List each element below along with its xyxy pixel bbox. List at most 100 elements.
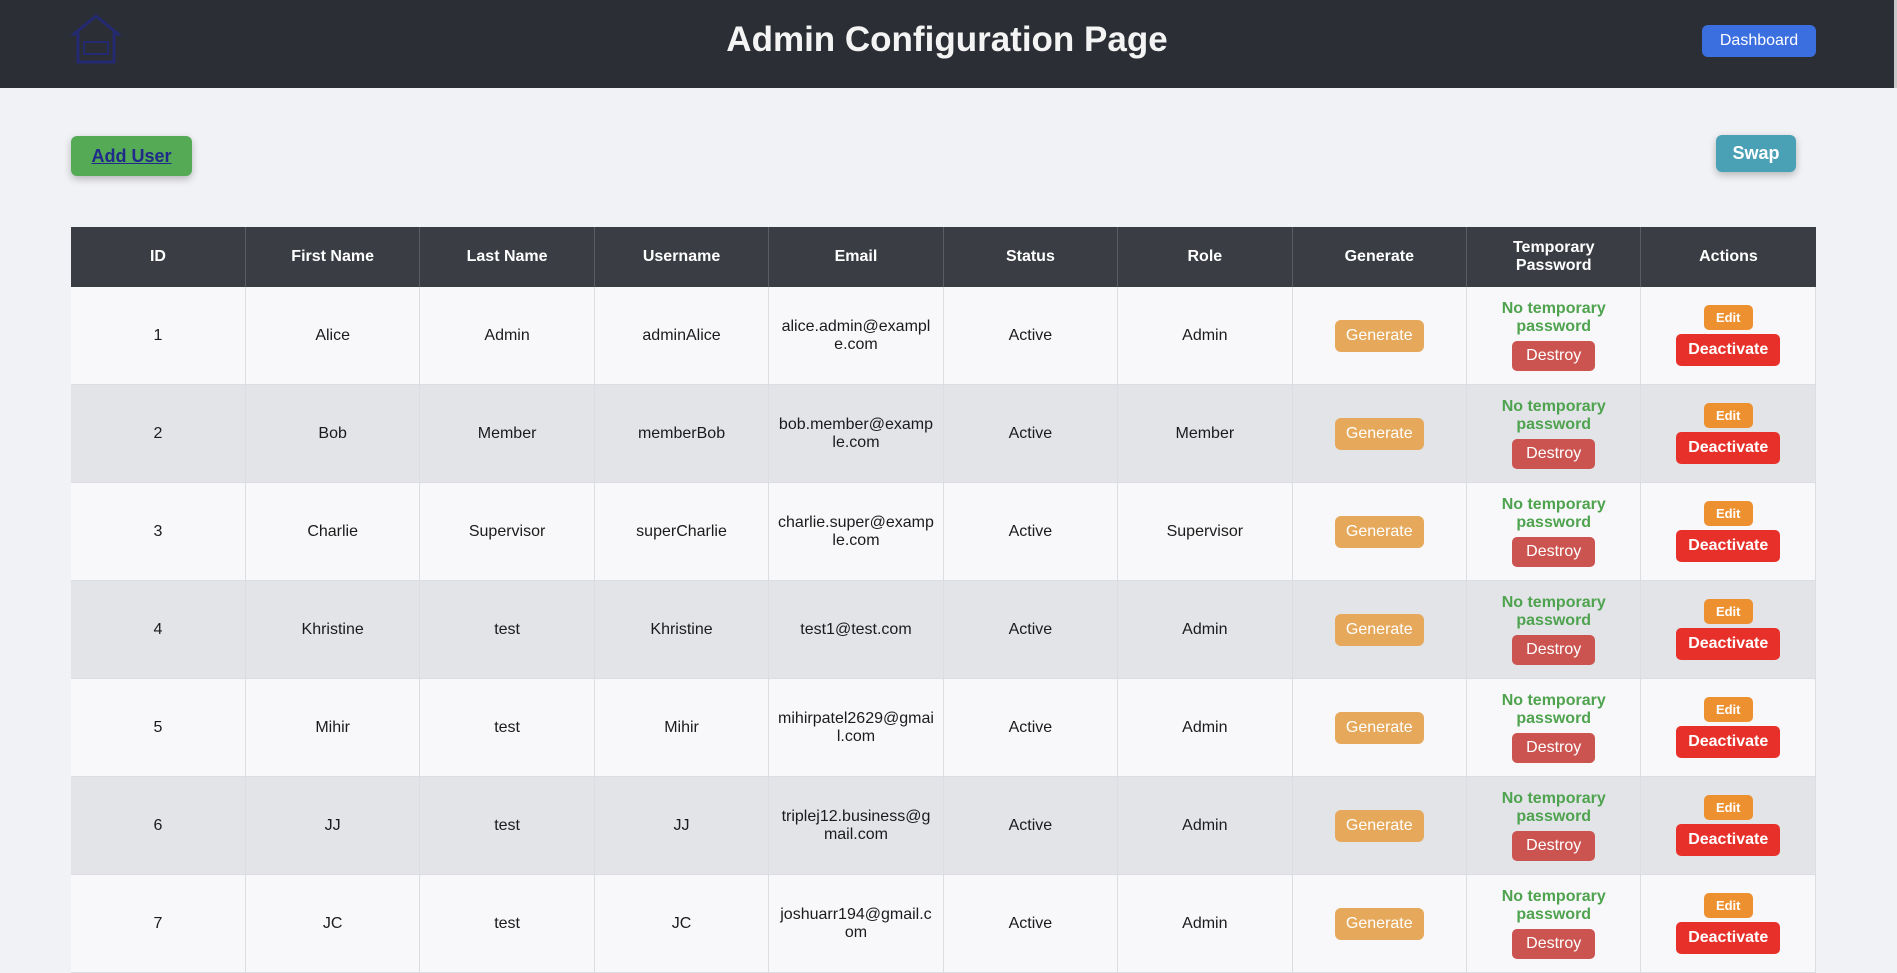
no-temp-password-text: No temporary password [1501,300,1606,335]
cell-last-name: Admin [419,287,595,385]
cell-id: 7 [71,874,246,973]
cell-actions: Edit Deactivate [1640,776,1816,875]
edit-button[interactable]: Edit [1703,795,1753,820]
cell-id: 4 [71,580,246,679]
table-row: 7 JC test JC joshuarr194@gmail.com Active Admi… [71,874,1816,973]
column-header-first-name: First Name [245,227,421,287]
add-user-button[interactable]: Add User [71,136,192,176]
deactivate-button[interactable]: Deactivate [1676,922,1781,954]
cell-status: Active [943,384,1119,483]
cell-generate: Generate [1292,384,1468,483]
deactivate-button[interactable]: Deactivate [1676,432,1781,464]
deactivate-button[interactable]: Deactivate [1676,726,1781,758]
column-header-role: Role [1117,227,1293,287]
cell-status: Active [943,580,1119,679]
cell-email: triplej12.business@gmail.com [768,776,944,875]
cell-actions: Edit Deactivate [1640,580,1816,679]
cell-last-name: Member [419,384,595,483]
destroy-button[interactable]: Destroy [1512,537,1596,567]
cell-temporary-password: No temporary password Destroy [1466,776,1642,875]
deactivate-button[interactable]: Deactivate [1676,628,1781,660]
swap-button[interactable]: Swap [1716,135,1796,172]
generate-button[interactable]: Generate [1334,319,1424,352]
cell-first-name: Alice [245,287,421,385]
cell-actions: Edit Deactivate [1640,384,1816,483]
cell-first-name: Charlie [245,482,421,581]
column-header-last-name: Last Name [419,227,595,287]
cell-id: 3 [71,482,246,581]
cell-role: Admin [1117,874,1293,973]
generate-button[interactable]: Generate [1334,515,1424,548]
edit-button[interactable]: Edit [1703,305,1753,330]
destroy-button[interactable]: Destroy [1512,929,1596,959]
destroy-button[interactable]: Destroy [1512,831,1596,861]
table-row: 5 Mihir test Mihir mihirpatel2629@gmail.com A… [71,678,1816,777]
destroy-button[interactable]: Destroy [1512,439,1596,469]
cell-actions: Edit Deactivate [1640,482,1816,581]
cell-id: 2 [71,384,246,483]
cell-email: test1@test.com [768,580,944,679]
cell-first-name: Khristine [245,580,421,679]
cell-role: Admin [1117,580,1293,679]
cell-first-name: JJ [245,776,421,875]
dashboard-button[interactable]: Dashboard [1702,25,1816,57]
cell-role: Admin [1117,287,1293,385]
generate-button[interactable]: Generate [1334,711,1424,744]
generate-button[interactable]: Generate [1334,907,1424,940]
top-header: Admin Configuration Page Dashboard [0,0,1894,88]
cell-username: Khristine [594,580,770,679]
column-header-generate: Generate [1292,227,1468,287]
table-row: 4 Khristine test Khristine test1@test.com Act… [71,580,1816,679]
cell-role: Admin [1117,678,1293,777]
cell-temporary-password: No temporary password Destroy [1466,874,1642,973]
cell-first-name: Bob [245,384,421,483]
cell-role: Member [1117,384,1293,483]
table-header-row: ID First Name Last Name Username Email S… [71,227,1816,287]
cell-email: charlie.super@example.com [768,482,944,581]
cell-generate: Generate [1292,482,1468,581]
column-header-email: Email [768,227,944,287]
cell-temporary-password: No temporary password Destroy [1466,678,1642,777]
column-header-actions: Actions [1640,227,1816,287]
cell-last-name: test [419,776,595,875]
cell-generate: Generate [1292,287,1468,385]
cell-generate: Generate [1292,678,1468,777]
cell-actions: Edit Deactivate [1640,874,1816,973]
cell-temporary-password: No temporary password Destroy [1466,384,1642,483]
deactivate-button[interactable]: Deactivate [1676,530,1781,562]
edit-button[interactable]: Edit [1703,893,1753,918]
cell-username: memberBob [594,384,770,483]
destroy-button[interactable]: Destroy [1512,635,1596,665]
cell-email: alice.admin@example.com [768,287,944,385]
table-row: 3 Charlie Supervisor superCharlie charlie.su… [71,482,1816,581]
column-header-username: Username [594,227,770,287]
table-row: 6 JJ test JJ triplej12.business@gmail.com Act… [71,776,1816,875]
deactivate-button[interactable]: Deactivate [1676,824,1781,856]
cell-username: adminAlice [594,287,770,385]
cell-generate: Generate [1292,874,1468,973]
edit-button[interactable]: Edit [1703,599,1753,624]
destroy-button[interactable]: Destroy [1512,341,1596,371]
no-temp-password-text: No temporary password [1501,692,1606,727]
cell-first-name: JC [245,874,421,973]
cell-email: joshuarr194@gmail.com [768,874,944,973]
table-row: 1 Alice Admin adminAlice alice.admin@example… [71,287,1816,385]
no-temp-password-text: No temporary password [1501,398,1606,433]
cell-email: bob.member@example.com [768,384,944,483]
column-header-id: ID [71,227,246,287]
edit-button[interactable]: Edit [1703,403,1753,428]
cell-generate: Generate [1292,776,1468,875]
cell-status: Active [943,287,1119,385]
generate-button[interactable]: Generate [1334,417,1424,450]
cell-temporary-password: No temporary password Destroy [1466,580,1642,679]
edit-button[interactable]: Edit [1703,501,1753,526]
edit-button[interactable]: Edit [1703,697,1753,722]
cell-generate: Generate [1292,580,1468,679]
cell-first-name: Mihir [245,678,421,777]
generate-button[interactable]: Generate [1334,613,1424,646]
no-temp-password-text: No temporary password [1501,790,1606,825]
users-table: ID First Name Last Name Username Email S… [71,227,1816,973]
deactivate-button[interactable]: Deactivate [1676,334,1781,366]
destroy-button[interactable]: Destroy [1512,733,1596,763]
generate-button[interactable]: Generate [1334,809,1424,842]
